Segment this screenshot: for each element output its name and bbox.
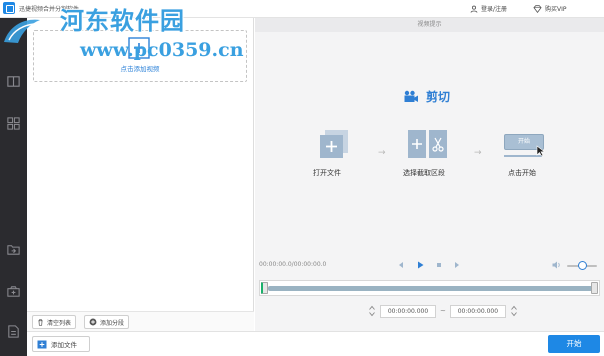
add-video-hint: 点击添加视频 (120, 65, 160, 73)
watermark-site-name: 河东软件园 (60, 6, 185, 35)
add-segment-label: 添加分段 (100, 319, 125, 327)
scissors-icon (408, 130, 447, 158)
file-list-panel: 点击添加视频 清空列表 添加分段 (27, 18, 254, 331)
import-icon[interactable] (6, 242, 21, 257)
step-arrow-icon: → (378, 148, 386, 158)
step-click-start: 点击开始 (508, 169, 536, 177)
volume-slider-knob[interactable] (578, 261, 587, 270)
tool-sidebar (0, 18, 27, 356)
playback-bar: 00:00:00.0/00:00:00.0 (255, 258, 604, 272)
step-arrow-icon: → (474, 148, 482, 158)
user-icon (470, 5, 478, 13)
add-file-button[interactable]: 添加文件 (32, 336, 90, 352)
play-icon[interactable] (415, 260, 425, 270)
time-range: 00:00:00.000 ~ 00:00:00.000 (368, 304, 518, 318)
film-camera-icon (404, 90, 418, 102)
clear-list-label: 清空列表 (47, 319, 72, 327)
cut-heading: 剪切 (403, 88, 450, 105)
clear-list-button[interactable]: 清空列表 (32, 315, 77, 329)
login-link[interactable]: 登录/注册 (470, 4, 507, 13)
start-time-input[interactable]: 00:00:00.000 (380, 304, 436, 318)
trash-icon (38, 318, 43, 326)
document-icon[interactable] (6, 324, 21, 339)
add-file-label: 添加文件 (51, 341, 77, 349)
cut-timeline[interactable] (259, 280, 600, 296)
timeline-track[interactable] (268, 286, 593, 291)
vip-label: 购买VIP (545, 6, 567, 13)
login-label: 登录/注册 (481, 6, 508, 13)
preview-header: 视频提示 (255, 18, 604, 32)
diamond-icon (533, 4, 542, 13)
split-screen-icon[interactable] (6, 74, 21, 89)
prev-frame-icon[interactable] (396, 260, 406, 270)
timeline-start-handle[interactable] (261, 282, 268, 294)
bottom-bar: 添加文件 开始 (27, 331, 604, 356)
grid-icon[interactable] (6, 116, 21, 131)
end-time-input[interactable]: 00:00:00.000 (449, 304, 506, 318)
watermark-url: www.pc0359.cn (80, 39, 244, 61)
range-separator: ~ (440, 307, 446, 315)
add-segment-button[interactable]: 添加分段 (84, 315, 130, 329)
camera-add-icon[interactable] (6, 284, 21, 299)
stop-icon[interactable] (434, 260, 444, 270)
cut-title: 剪切 (426, 90, 451, 104)
step-open-file: 打开文件 (313, 169, 341, 177)
time-display: 00:00:00.0/00:00:00.0 (259, 261, 327, 268)
watermark-logo (4, 19, 40, 43)
end-time-stepper[interactable] (510, 304, 518, 318)
start-time-stepper[interactable] (368, 304, 376, 318)
timeline-end-handle[interactable] (591, 282, 598, 294)
volume-icon[interactable] (552, 261, 562, 269)
cursor-icon (536, 145, 546, 157)
file-list-actions: 清空列表 添加分段 (27, 311, 254, 331)
next-frame-icon[interactable] (452, 260, 462, 270)
buy-vip-link[interactable]: 购买VIP (533, 4, 567, 13)
plus-circle-icon (89, 318, 97, 326)
open-file-icon (320, 130, 348, 158)
preview-panel: 视频提示 剪切 打开文件 → 选择截取区段 → 开始 点击开始 00:00:00… (255, 18, 604, 331)
app-logo-icon (3, 2, 15, 14)
start-button[interactable]: 开始 (548, 335, 600, 353)
add-file-icon (37, 340, 47, 348)
step-select-range: 选择截取区段 (403, 169, 445, 177)
